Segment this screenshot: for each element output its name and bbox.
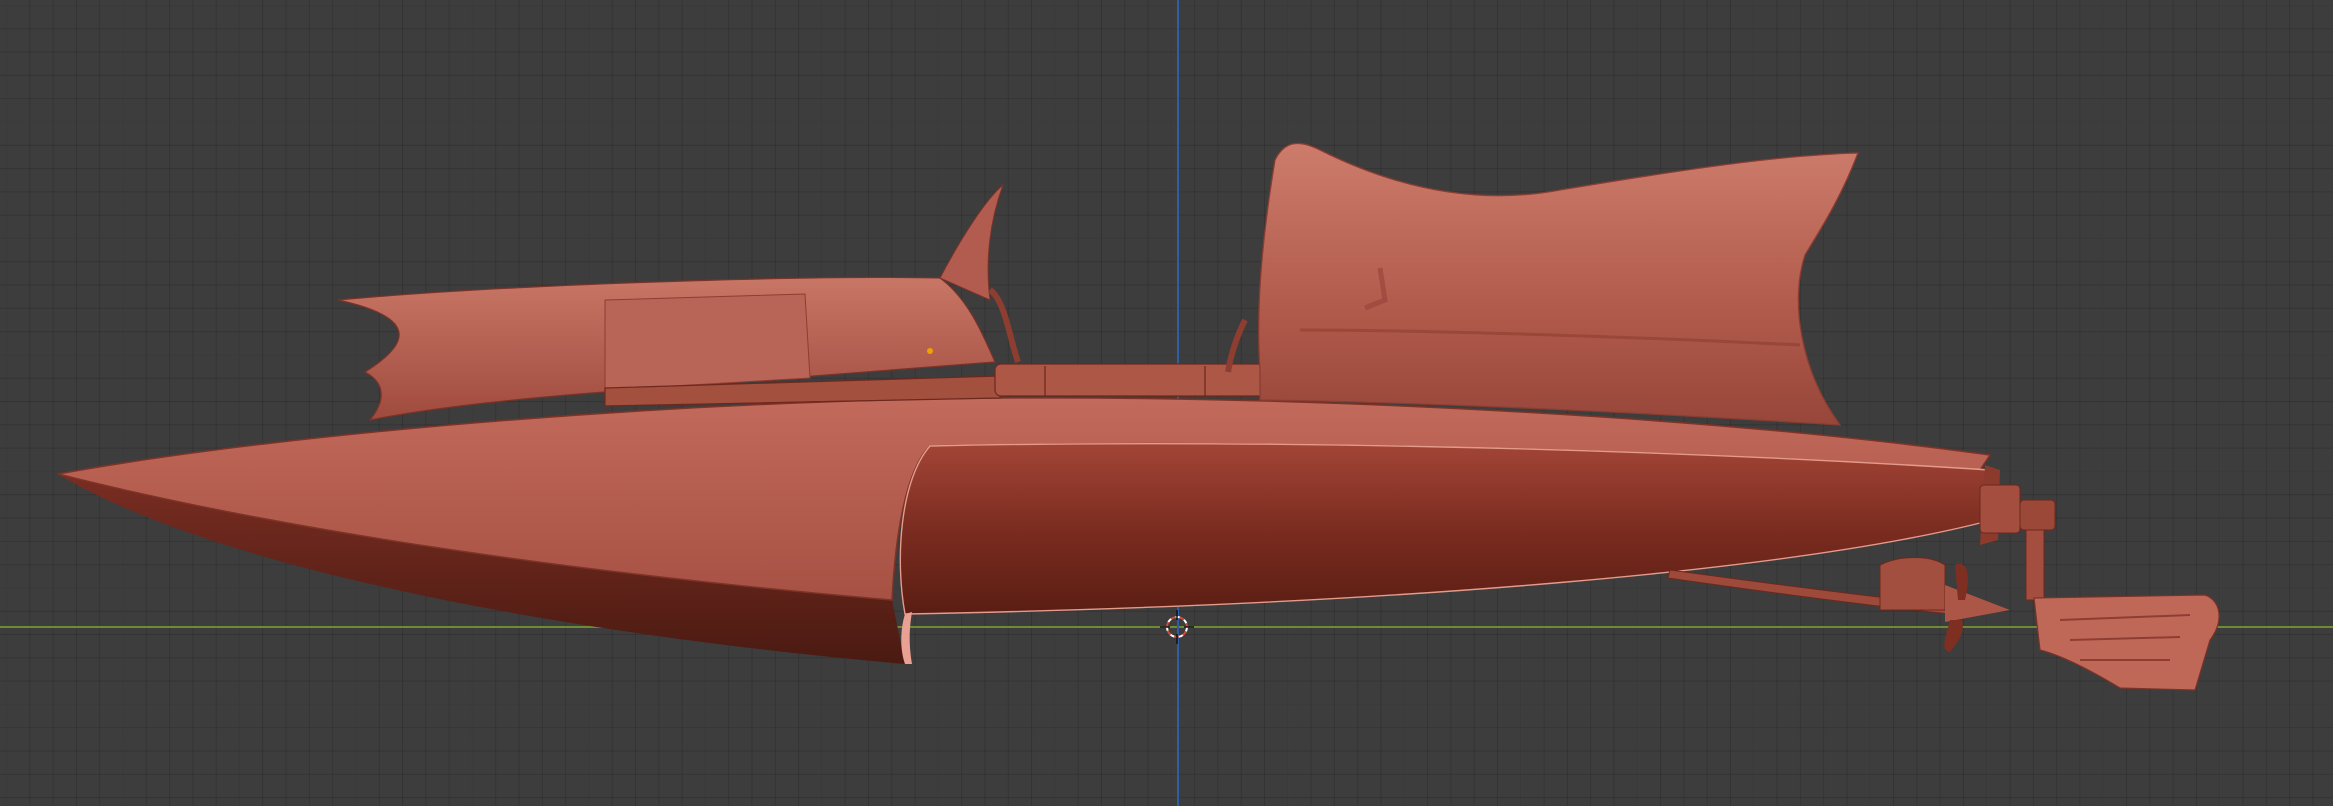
object-origin-icon	[927, 348, 933, 354]
rear-fin-shell[interactable]	[1225, 142, 1859, 426]
3d-cursor-icon[interactable]	[1160, 610, 1194, 644]
3d-viewport[interactable]	[0, 0, 2333, 806]
boat-model[interactable]	[0, 0, 2333, 806]
rudder[interactable]	[1979, 484, 2220, 691]
hull-side-pontoon[interactable]	[899, 443, 1993, 664]
